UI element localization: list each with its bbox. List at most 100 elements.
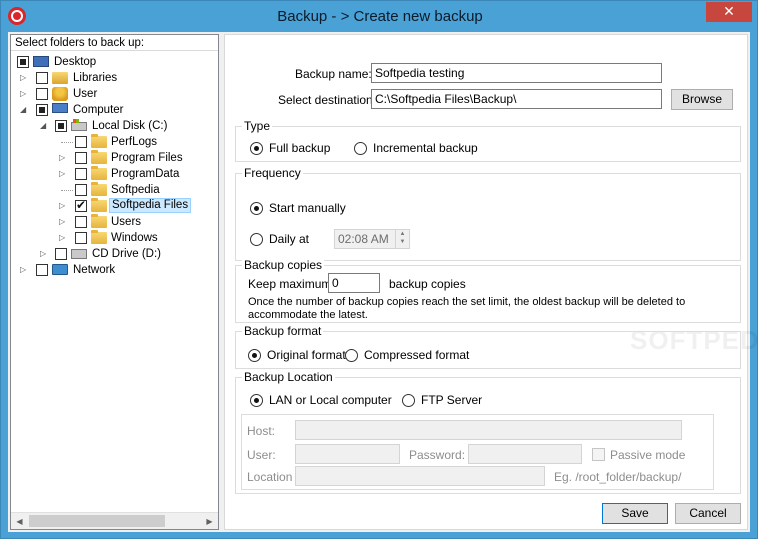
ftp-server-label: FTP Server: [421, 393, 483, 407]
user-label: User:: [247, 448, 276, 462]
expand-arrow-icon[interactable]: ▷: [20, 90, 28, 98]
passive-mode-checkbox[interactable]: [592, 448, 605, 461]
expand-arrow-icon[interactable]: ▷: [20, 74, 28, 82]
ftp-settings-box: Host: User: Password: Passive mode Locat…: [241, 414, 714, 490]
copies-note-line-2: accommodate the latest.: [248, 309, 368, 321]
keep-maximum-input[interactable]: 0: [328, 273, 380, 293]
backup-name-input[interactable]: Softpedia testing: [371, 63, 662, 83]
tree-checkbox[interactable]: [75, 184, 87, 196]
location-input[interactable]: [295, 466, 545, 486]
full-backup-label: Full backup: [269, 141, 331, 155]
host-input[interactable]: [295, 420, 682, 440]
collapse-arrow-icon[interactable]: ◢: [20, 106, 28, 114]
tree-item-label: User: [73, 88, 98, 100]
tree-checkbox[interactable]: [75, 216, 87, 228]
full-backup-radio[interactable]: [250, 142, 263, 155]
expand-arrow-icon[interactable]: ▷: [40, 250, 48, 258]
cancel-button[interactable]: Cancel: [675, 503, 741, 524]
tree-checkbox[interactable]: [36, 104, 48, 116]
scroll-left-arrow-icon[interactable]: ◀: [11, 513, 28, 530]
tree-item-label: Local Disk (C:): [92, 120, 168, 132]
tree-checkbox[interactable]: [75, 136, 87, 148]
folder-tree-header: Select folders to back up:: [11, 35, 218, 51]
host-label: Host:: [247, 424, 276, 438]
original-format-radio[interactable]: [248, 349, 261, 362]
tree-item-label: Libraries: [73, 72, 118, 84]
expand-arrow-icon[interactable]: ▷: [59, 202, 67, 210]
destination-input[interactable]: C:\Softpedia Files\Backup\: [371, 89, 662, 109]
close-button[interactable]: ✕: [706, 2, 752, 22]
scrollbar-thumb[interactable]: [29, 515, 165, 527]
tree-connector-line: [61, 190, 73, 191]
backup-window: Backup - > Create new backup ✕ Select fo…: [0, 0, 758, 539]
tree-checkbox[interactable]: [36, 88, 48, 100]
tree-checkbox-checked[interactable]: [75, 198, 87, 212]
expand-arrow-icon[interactable]: ▷: [59, 170, 67, 178]
location-label: Location: [247, 470, 293, 484]
window-title: Backup - > Create new backup: [277, 8, 483, 25]
save-button[interactable]: Save: [602, 503, 668, 524]
password-input[interactable]: [468, 444, 582, 464]
start-manually-label: Start manually: [269, 201, 346, 215]
tree-checkbox[interactable]: [55, 120, 67, 132]
folder-icon: [91, 134, 107, 148]
tree-horizontal-scrollbar[interactable]: ◀ ▶: [11, 512, 218, 529]
tree-checkbox[interactable]: [36, 264, 48, 276]
lan-local-radio[interactable]: [250, 394, 263, 407]
destination-label: Select destination:: [278, 93, 377, 107]
expand-arrow-icon[interactable]: ▷: [20, 266, 28, 274]
incremental-backup-radio[interactable]: [354, 142, 367, 155]
backup-settings-panel: SOFTPEDIA Backup name: Softpedia testing…: [224, 34, 758, 530]
window-client: Select folders to back up: Desktop ▷ Lib…: [8, 32, 758, 532]
backup-location-group: Backup Location LAN or Local computer FT…: [235, 370, 741, 494]
folder-icon: [91, 198, 107, 212]
time-spinner-icon[interactable]: ▲ ▼: [395, 230, 409, 248]
backup-copies-suffix-label: backup copies: [389, 277, 466, 291]
expand-arrow-icon[interactable]: ▷: [59, 234, 67, 242]
lan-local-label: LAN or Local computer: [269, 393, 392, 407]
frequency-group-title: Frequency: [242, 166, 303, 180]
disk-drive-icon: [71, 119, 87, 131]
tree-checkbox[interactable]: [75, 152, 87, 164]
compressed-format-label: Compressed format: [364, 348, 470, 362]
daily-at-label: Daily at: [269, 232, 310, 246]
backup-copies-group-title: Backup copies: [242, 258, 325, 272]
folder-icon: [91, 230, 107, 244]
tree-checkbox[interactable]: [17, 56, 29, 68]
start-manually-radio[interactable]: [250, 202, 263, 215]
ftp-server-radio[interactable]: [402, 394, 415, 407]
frequency-group: Frequency Start manually Daily at 02:08 …: [235, 166, 741, 261]
expand-arrow-icon[interactable]: ▷: [59, 218, 67, 226]
passive-mode-label: Passive mode: [610, 448, 686, 462]
folder-icon: [91, 150, 107, 164]
collapse-arrow-icon[interactable]: ◢: [40, 122, 48, 130]
keep-maximum-label: Keep maximum: [248, 277, 332, 291]
network-icon: [52, 264, 68, 275]
user-input[interactable]: [295, 444, 400, 464]
tree-checkbox[interactable]: [75, 232, 87, 244]
tree-checkbox[interactable]: [55, 248, 67, 260]
tree-connector-line: [61, 142, 73, 143]
scroll-right-arrow-icon[interactable]: ▶: [201, 513, 218, 530]
expand-arrow-icon[interactable]: ▷: [59, 154, 67, 162]
tree-item-label: Desktop: [54, 56, 97, 68]
backup-format-group: Backup format Original format Compressed…: [235, 324, 741, 369]
backup-format-group-title: Backup format: [242, 324, 324, 338]
backup-name-label: Backup name:: [295, 67, 372, 81]
tree-checkbox[interactable]: [36, 72, 48, 84]
tree-item-label: Program Files: [111, 152, 183, 164]
compressed-format-radio[interactable]: [345, 349, 358, 362]
incremental-backup-label: Incremental backup: [373, 141, 478, 155]
tree-item-label: PerfLogs: [111, 136, 158, 148]
tree-checkbox[interactable]: [75, 168, 87, 180]
tree-item-label: ProgramData: [111, 168, 180, 180]
daily-at-radio[interactable]: [250, 233, 263, 246]
folder-icon: [91, 166, 107, 180]
cd-drive-icon: [71, 249, 87, 259]
folder-tree-panel: Select folders to back up: Desktop ▷ Lib…: [10, 34, 219, 530]
libraries-icon: [52, 72, 68, 84]
folder-icon: [91, 182, 107, 196]
browse-button[interactable]: Browse: [671, 89, 733, 110]
tree-item-label: Network: [73, 264, 116, 276]
tree-item-label: Computer: [73, 104, 124, 116]
